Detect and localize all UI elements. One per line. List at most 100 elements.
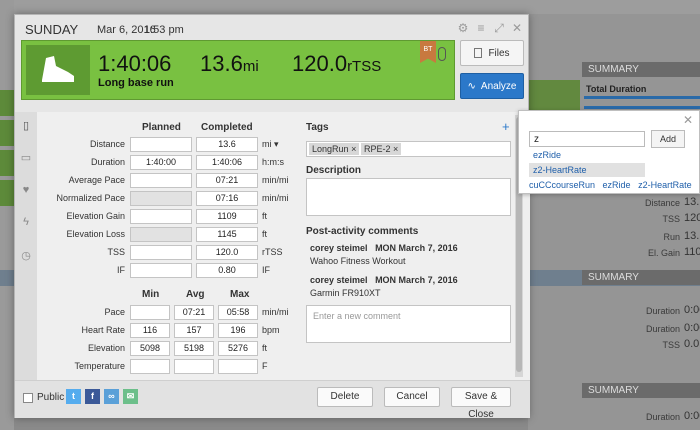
stat-label: Temperature — [74, 361, 125, 371]
planned-header: Planned — [142, 122, 181, 133]
workout-summary-bar: 1:40:06 13.6mi 120.0rTSS Long base run B… — [21, 40, 455, 100]
background-row-label: Duration — [645, 324, 680, 334]
tag-chip-label: RPE-2 — [364, 144, 391, 154]
background-row-label: TSS — [662, 340, 680, 350]
workout-title[interactable]: Long base run — [98, 77, 174, 89]
description-title: Description — [306, 165, 362, 176]
avg-field[interactable]: 157 — [174, 323, 214, 338]
description-input[interactable] — [306, 178, 511, 216]
menu-icon[interactable]: ≡ — [474, 21, 488, 35]
modal-header: SUNDAY Mar 6, 2016 1:53 pm ⚙ ≡ ⤢ ✕ — [15, 15, 530, 39]
pulse-icon: ∿ — [467, 80, 476, 92]
close-icon[interactable]: ✕ — [683, 113, 693, 127]
add-tag-icon[interactable]: + — [502, 119, 510, 134]
public-checkbox[interactable] — [23, 393, 33, 403]
max-field[interactable]: 05:58 — [218, 305, 258, 320]
avg-field[interactable] — [174, 359, 214, 374]
planned-field[interactable] — [130, 137, 192, 152]
public-label: Public — [37, 392, 65, 403]
all-tag-link[interactable]: ezRide — [603, 180, 631, 190]
max-field[interactable] — [218, 359, 258, 374]
comment-text: Wahoo Fitness Workout — [310, 256, 406, 266]
all-tag-link[interactable]: cuCCcourseRun — [529, 180, 595, 190]
max-field[interactable]: 5276 — [218, 341, 258, 356]
header-icons: ⚙ ≡ ⤢ ✕ — [456, 21, 524, 35]
min-field[interactable]: 5098 — [130, 341, 170, 356]
min-field[interactable]: 116 — [130, 323, 170, 338]
stat-unit: ft — [262, 343, 268, 353]
completed-field[interactable]: 13.6 — [196, 137, 258, 152]
comment-author: corey steimel MON March 7, 2016 — [310, 275, 458, 285]
tags-title: Tags — [306, 122, 329, 133]
tag-suggestion[interactable]: z2-HeartRate — [529, 163, 645, 177]
remove-tag-icon[interactable]: × — [351, 144, 356, 154]
comment-text: Garmin FR910XT — [310, 288, 381, 298]
gear-icon[interactable]: ⚙ — [456, 21, 470, 35]
planned-field[interactable]: 1:40:00 — [130, 155, 192, 170]
completed-field[interactable]: 07:16 — [196, 191, 258, 206]
planned-field[interactable] — [130, 227, 192, 242]
close-icon[interactable]: ✕ — [510, 21, 524, 35]
document-icon[interactable]: ▯ — [20, 120, 32, 132]
twitter-icon[interactable]: t — [66, 389, 81, 404]
summary-duration: 1:40:06 — [98, 51, 172, 76]
workout-type-tile[interactable] — [26, 45, 90, 95]
background-summary-header: SUMMARY — [582, 383, 700, 398]
tag-chip[interactable]: LongRun × — [309, 143, 360, 155]
planned-field[interactable] — [130, 191, 192, 206]
new-comment-input[interactable]: Enter a new comment — [306, 305, 511, 343]
completed-field[interactable]: 0.80 — [196, 263, 258, 278]
completed-field[interactable]: 120.0 — [196, 245, 258, 260]
completed-field[interactable]: 1109 — [196, 209, 258, 224]
metric-label: Elevation Gain — [66, 211, 125, 221]
tag-chip[interactable]: RPE-2 × — [361, 143, 402, 155]
all-tag-link[interactable]: z2-HeartRate — [638, 180, 692, 190]
background-progress-line — [584, 106, 700, 109]
facebook-icon[interactable]: f — [85, 389, 100, 404]
comment-date: MON March 7, 2016 — [375, 243, 458, 253]
planned-field[interactable] — [130, 173, 192, 188]
completed-field[interactable]: 1145 — [196, 227, 258, 242]
expand-icon[interactable]: ⤢ — [492, 21, 506, 35]
all-tags-list: cuCCcourseRun ezRide z2-HeartRate — [529, 180, 697, 190]
delete-button[interactable]: Delete — [317, 387, 373, 407]
workout-time: 1:53 pm — [144, 24, 184, 36]
avg-field[interactable]: 5198 — [174, 341, 214, 356]
background-row-value: 0:00 — [684, 322, 700, 334]
min-field[interactable] — [130, 305, 170, 320]
avg-field[interactable]: 07:21 — [174, 305, 214, 320]
tag-suggestion[interactable]: ezRide — [529, 148, 645, 162]
remove-tag-icon[interactable]: × — [393, 144, 398, 154]
email-icon[interactable]: ✉ — [123, 389, 138, 404]
metric-label: Duration — [90, 157, 125, 167]
min-field[interactable] — [130, 359, 170, 374]
planned-field[interactable] — [130, 263, 192, 278]
background-row-value: 110 — [684, 246, 700, 258]
save-close-button[interactable]: Save & Close — [451, 387, 511, 420]
files-button[interactable]: Files — [460, 40, 524, 66]
analyze-button[interactable]: ∿ Analyze — [460, 73, 524, 99]
completed-field[interactable]: 1:40:06 — [196, 155, 258, 170]
planned-field[interactable] — [130, 209, 192, 224]
comment-author: corey steimel MON March 7, 2016 — [310, 243, 458, 253]
comment-date: MON March 7, 2016 — [375, 275, 458, 285]
metric-unit: min/mi — [262, 175, 289, 185]
add-tag-button[interactable]: Add — [651, 130, 685, 148]
background-workout-tile — [0, 180, 14, 206]
stat-label: Pace — [104, 307, 125, 317]
tags-box[interactable]: LongRun × RPE-2 × — [306, 141, 511, 157]
cancel-button[interactable]: Cancel — [384, 387, 440, 407]
summary-tss-value: 120.0 — [292, 51, 348, 76]
min-header: Min — [142, 289, 160, 300]
completed-field[interactable]: 07:21 — [196, 173, 258, 188]
background-workout-tile — [0, 150, 14, 176]
planned-field[interactable] — [130, 245, 192, 260]
stat-label: Heart Rate — [81, 325, 125, 335]
metric-unit: min/mi — [262, 193, 289, 203]
max-field[interactable]: 196 — [218, 323, 258, 338]
background-progress-line — [584, 96, 700, 99]
metric-unit: mi ▾ — [262, 139, 279, 149]
metric-label: IF — [117, 265, 125, 275]
link-icon[interactable]: ∞ — [104, 389, 119, 404]
tag-search-input[interactable] — [529, 131, 645, 147]
